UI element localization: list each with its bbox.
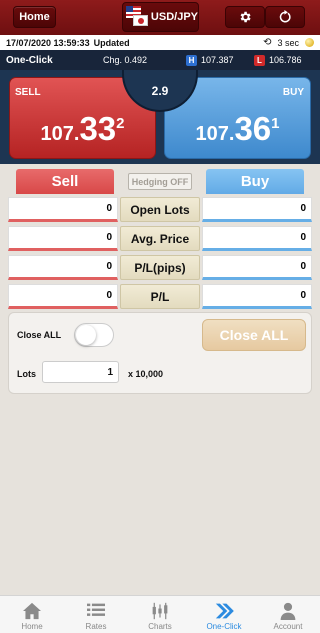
tab-home-label: Home — [21, 622, 43, 631]
buy-price-big: 36 — [234, 110, 272, 147]
hedging-toggle-button[interactable]: Hedging OFF — [128, 173, 192, 190]
sell-pl-pips: 0 — [8, 255, 118, 280]
buy-pl-pips: 0 — [202, 255, 312, 280]
tab-account[interactable]: Account — [256, 596, 320, 633]
high-badge: H — [186, 54, 197, 66]
tab-charts[interactable]: Charts — [128, 596, 192, 633]
buy-price-pip: 1 — [271, 115, 280, 132]
refresh-icon — [279, 10, 291, 23]
tab-home[interactable]: Home — [0, 596, 64, 633]
top-bar: Home USD/JPY — [0, 0, 320, 35]
high-price: H 107.387 — [186, 54, 234, 66]
candlestick-icon — [152, 602, 168, 620]
update-timestamp: 17/07/2020 13:59:33 — [6, 37, 90, 48]
one-click-icon — [215, 603, 234, 619]
high-value: 107.387 — [201, 55, 234, 65]
gear-icon — [240, 11, 251, 23]
currency-pair-selector[interactable]: USD/JPY — [122, 2, 199, 32]
settings-button[interactable] — [225, 6, 265, 28]
buy-price: 107.361 — [165, 110, 310, 148]
buy-open-lots: 0 — [202, 197, 312, 222]
tab-one-click-label: One-Click — [206, 622, 242, 631]
list-icon — [87, 603, 105, 616]
low-value: 106.786 — [269, 55, 302, 65]
sell-column-header: Sell — [16, 169, 114, 194]
sell-open-lots: 0 — [8, 197, 118, 222]
buy-price-prefix: 107. — [195, 123, 235, 145]
lots-input[interactable] — [42, 361, 119, 383]
spread-value: 2.9 — [151, 84, 169, 98]
order-control-panel: Close ALL Close ALL Lots x 10,000 — [8, 312, 312, 394]
sell-avg-price: 0 — [8, 226, 118, 251]
row-label-pl-pips: P/L(pips) — [120, 255, 200, 280]
row-label-avg-price: Avg. Price — [120, 226, 200, 251]
refresh-interval[interactable]: 3 sec — [277, 38, 299, 48]
position-row-avg-price: 0 Avg. Price 0 — [8, 226, 312, 251]
position-row-pl: 0 P/L 0 — [8, 284, 312, 309]
lots-label: Lots — [17, 369, 36, 379]
sell-price: 107.332 — [10, 110, 155, 148]
home-icon — [23, 602, 41, 620]
status-bar: 17/07/2020 13:59:33 Updated ⟲ 3 sec — [0, 35, 320, 50]
refresh-button[interactable] — [265, 6, 305, 28]
close-all-toggle[interactable] — [74, 323, 114, 347]
tab-rates[interactable]: Rates — [64, 596, 128, 633]
row-label-open-lots: Open Lots — [120, 197, 200, 222]
quote-panel: SELL 107.332 BUY 107.361 2.9 — [0, 70, 320, 164]
sell-pl: 0 — [8, 284, 118, 309]
tab-one-click[interactable]: One-Click — [192, 596, 256, 633]
buy-pl: 0 — [202, 284, 312, 309]
one-click-title: One-Click — [6, 54, 53, 66]
auto-refresh-icon: ⟲ — [263, 37, 272, 48]
home-button[interactable]: Home — [13, 6, 56, 28]
account-icon — [280, 602, 296, 620]
sell-price-pip: 2 — [116, 115, 125, 132]
low-badge: L — [254, 54, 265, 66]
currency-pair-label: USD/JPY — [150, 11, 198, 23]
sell-price-prefix: 107. — [40, 123, 80, 145]
bottom-tab-bar: Home Rates Charts One-Click Account — [0, 595, 320, 633]
row-label-pl: P/L — [120, 284, 200, 309]
close-all-button[interactable]: Close ALL — [202, 319, 306, 351]
tab-rates-label: Rates — [85, 622, 107, 631]
sell-label: SELL — [15, 87, 41, 98]
lots-unit: x 10,000 — [128, 369, 164, 379]
tab-account-label: Account — [273, 622, 303, 631]
close-all-label: Close ALL — [17, 330, 62, 340]
buy-label: BUY — [282, 87, 304, 98]
buy-column-header: Buy — [206, 169, 304, 194]
position-row-pl-pips: 0 P/L(pips) 0 — [8, 255, 312, 280]
tab-charts-label: Charts — [148, 622, 172, 631]
toggle-knob — [76, 325, 96, 345]
connection-status-icon — [305, 38, 314, 47]
usd-jpy-flag-icon — [126, 6, 148, 28]
sell-price-big: 33 — [79, 110, 117, 147]
buy-avg-price: 0 — [202, 226, 312, 251]
one-click-bar: One-Click Chg. 0.492 H 107.387 L 106.786 — [0, 50, 320, 70]
change-value: Chg. 0.492 — [103, 55, 148, 65]
updated-label: Updated — [93, 37, 130, 48]
position-row-open-lots: 0 Open Lots 0 — [8, 197, 312, 222]
low-price: L 106.786 — [254, 54, 302, 66]
